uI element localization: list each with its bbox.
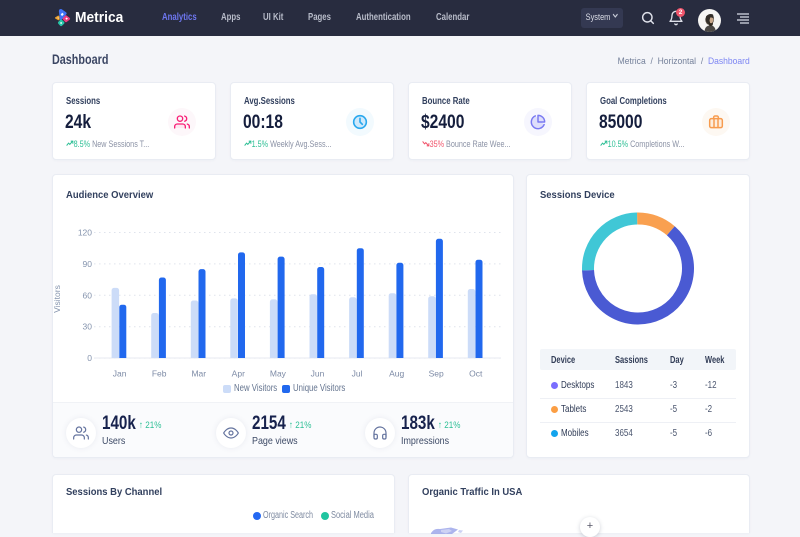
svg-text:0: 0 bbox=[87, 353, 92, 363]
svg-text:90: 90 bbox=[83, 259, 93, 269]
svg-text:Sep: Sep bbox=[429, 369, 444, 379]
svg-text:Mar: Mar bbox=[191, 369, 206, 379]
svg-text:30: 30 bbox=[83, 322, 93, 332]
svg-text:May: May bbox=[270, 369, 287, 379]
svg-text:Feb: Feb bbox=[152, 369, 167, 379]
svg-text:Oct: Oct bbox=[469, 369, 483, 379]
svg-text:120: 120 bbox=[78, 228, 92, 238]
svg-text:Aug: Aug bbox=[389, 369, 404, 379]
svg-text:Jun: Jun bbox=[311, 369, 325, 379]
svg-text:60: 60 bbox=[83, 290, 93, 300]
svg-text:Visitors: Visitors bbox=[53, 285, 62, 313]
svg-text:Apr: Apr bbox=[232, 369, 245, 379]
svg-text:Jul: Jul bbox=[352, 369, 363, 379]
svg-text:Jan: Jan bbox=[113, 369, 127, 379]
